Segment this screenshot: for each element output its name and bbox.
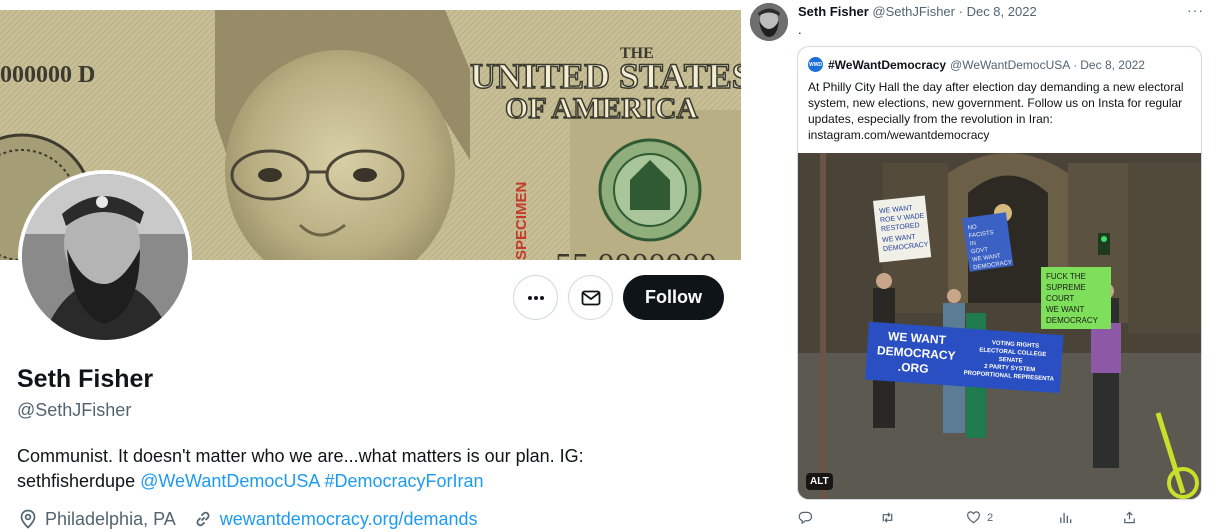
- retweet-button[interactable]: [880, 510, 901, 525]
- profile-location: Philadelphia, PA: [45, 508, 176, 529]
- tweet[interactable]: Seth Fisher @SethJFisher · Dec 8, 2022 ·…: [750, 0, 1216, 532]
- profile-avatar[interactable]: [18, 170, 192, 344]
- tweet-actions: 2: [798, 510, 1198, 528]
- protest-photo: WE WANT ROE V WADE RESTORED WE WANT DEMO…: [798, 153, 1201, 499]
- like-button[interactable]: 2: [966, 510, 993, 525]
- mail-icon: [581, 290, 600, 305]
- banner-specimen: SPECIMEN: [513, 182, 530, 260]
- banner-big-line3: .ORG: [897, 360, 929, 376]
- profile-meta: Philadelphia, PA wewantdemocracy.org/dem…: [17, 508, 478, 530]
- reply-icon: [798, 511, 813, 525]
- message-button[interactable]: [568, 275, 613, 320]
- more-icon: [527, 295, 544, 300]
- analytics-icon: [1060, 512, 1072, 524]
- tweet-header: Seth Fisher @SethJFisher · Dec 8, 2022: [798, 4, 1037, 19]
- share-button[interactable]: [1122, 510, 1137, 525]
- alt-badge[interactable]: ALT: [806, 473, 833, 490]
- share-icon: [1124, 511, 1135, 524]
- sign-mid-line3: IN: [970, 241, 977, 248]
- profile-handle: @SethJFisher: [17, 400, 132, 420]
- reply-button[interactable]: [798, 510, 819, 525]
- sign-right-line1: FUCK THE: [1046, 272, 1086, 281]
- quoted-separator: ·: [1073, 57, 1078, 72]
- quoted-tweet-header: WWD #WeWantDemocracy @WeWantDemocUSA · D…: [808, 57, 1145, 72]
- quoted-tweet-text: At Philly City Hall the day after electi…: [808, 80, 1184, 142]
- more-button[interactable]: [513, 275, 558, 320]
- quoted-author-handle[interactable]: @WeWantDemocUSA: [950, 58, 1070, 72]
- tweet-text: .: [798, 22, 802, 37]
- quoted-date[interactable]: Dec 8, 2022: [1080, 58, 1145, 72]
- tweet-date[interactable]: Dec 8, 2022: [967, 4, 1037, 19]
- bio-mention-link[interactable]: @WeWantDemocUSA: [140, 471, 319, 491]
- banner-serial: 000000 D: [0, 62, 95, 88]
- tweet-author-name[interactable]: Seth Fisher: [798, 4, 869, 19]
- views-button[interactable]: [1058, 510, 1079, 525]
- retweet-icon: [882, 512, 893, 523]
- follow-button[interactable]: Follow: [623, 275, 724, 320]
- sign-right-line3: COURT: [1046, 294, 1074, 303]
- profile-name: Seth Fisher: [17, 365, 154, 393]
- banner-line3: OF AMERICA: [505, 92, 698, 125]
- banner-line2: UNITED STATES: [470, 56, 741, 96]
- tweet-more-button[interactable]: ···: [1187, 2, 1204, 18]
- heart-icon: [967, 511, 980, 524]
- tweet-author-handle[interactable]: @SethJFisher: [872, 4, 955, 19]
- profile-bio: Communist. It doesn't matter who we are.…: [17, 444, 657, 494]
- sign-right-line5: DEMOCRACY: [1046, 316, 1099, 325]
- avatar-image: [22, 174, 188, 340]
- sign-right-line2: SUPREME: [1046, 283, 1086, 292]
- quoted-tweet[interactable]: WWD #WeWantDemocracy @WeWantDemocUSA · D…: [797, 46, 1202, 500]
- location-icon: [17, 508, 39, 530]
- profile-panel: 000000 D THE UNITED STATES OF AMERICA SP…: [0, 0, 742, 532]
- banner-bottom-serial: 55 0000000: [555, 247, 717, 260]
- sign-right-line4: WE WANT: [1046, 305, 1084, 314]
- quoted-tweet-photo[interactable]: WE WANT ROE V WADE RESTORED WE WANT DEMO…: [798, 153, 1201, 499]
- link-icon: [192, 508, 214, 530]
- tweet-separator: ·: [958, 4, 963, 19]
- quoted-author-avatar[interactable]: WWD: [808, 57, 823, 72]
- bio-hashtag-link[interactable]: #DemocracyForIran: [324, 471, 483, 491]
- quoted-author-name[interactable]: #WeWantDemocracy: [828, 58, 946, 72]
- like-count: 2: [987, 511, 994, 524]
- tweet-author-avatar[interactable]: [750, 3, 788, 41]
- profile-website-link[interactable]: wewantdemocracy.org/demands: [220, 509, 478, 530]
